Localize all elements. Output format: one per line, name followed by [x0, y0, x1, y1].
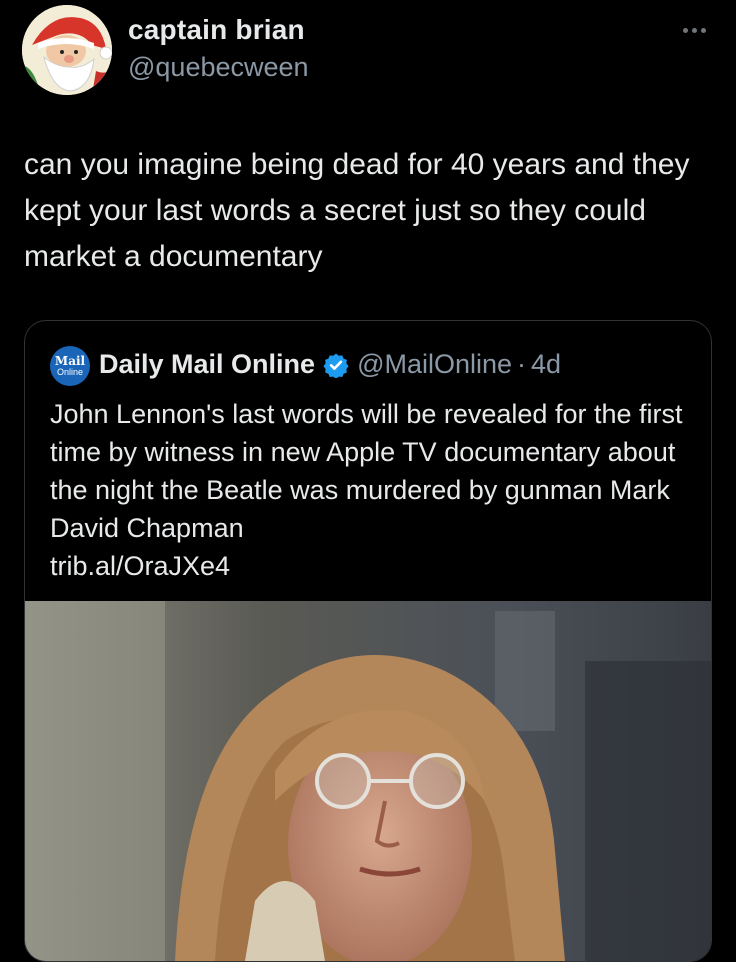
quoted-display-name[interactable]: Daily Mail Online: [99, 349, 315, 380]
logo-line-1: Mail: [54, 354, 86, 368]
avatar[interactable]: [22, 5, 112, 95]
mail-online-logo-icon[interactable]: Mail Online: [50, 346, 90, 386]
photo-image-icon: [25, 601, 711, 961]
separator-dot: ·: [517, 349, 527, 379]
santa-avatar-icon: [22, 5, 112, 95]
display-name[interactable]: captain brian: [128, 14, 305, 46]
quoted-tweet-body: John Lennon's last words will be reveale…: [50, 399, 683, 543]
ellipsis-horizontal-icon: [682, 27, 688, 33]
quoted-tweet-header: Daily Mail Online @MailOnline · 4d: [99, 349, 561, 380]
more-options-button[interactable]: [674, 18, 714, 42]
quoted-tweet-text: John Lennon's last words will be reveale…: [50, 395, 700, 585]
quoted-handle[interactable]: @MailOnline: [357, 349, 512, 380]
quoted-tweet-card[interactable]: Mail Online Daily Mail Online @MailOnlin…: [24, 320, 712, 962]
quoted-tweet-media[interactable]: [25, 601, 711, 961]
tweet-text: can you imagine being dead for 40 years …: [24, 148, 690, 273]
quoted-tweet-link[interactable]: trib.al/OraJXe4: [50, 551, 230, 581]
ellipsis-dot: [691, 27, 697, 33]
handle[interactable]: @quebecween: [128, 52, 309, 83]
tweet: captain brian @quebecween can you imagin…: [0, 0, 736, 962]
quoted-timestamp[interactable]: 4d: [531, 349, 561, 380]
logo-line-2: Online: [56, 367, 83, 377]
ellipsis-dot: [700, 27, 706, 33]
verified-badge-icon: [323, 353, 349, 378]
